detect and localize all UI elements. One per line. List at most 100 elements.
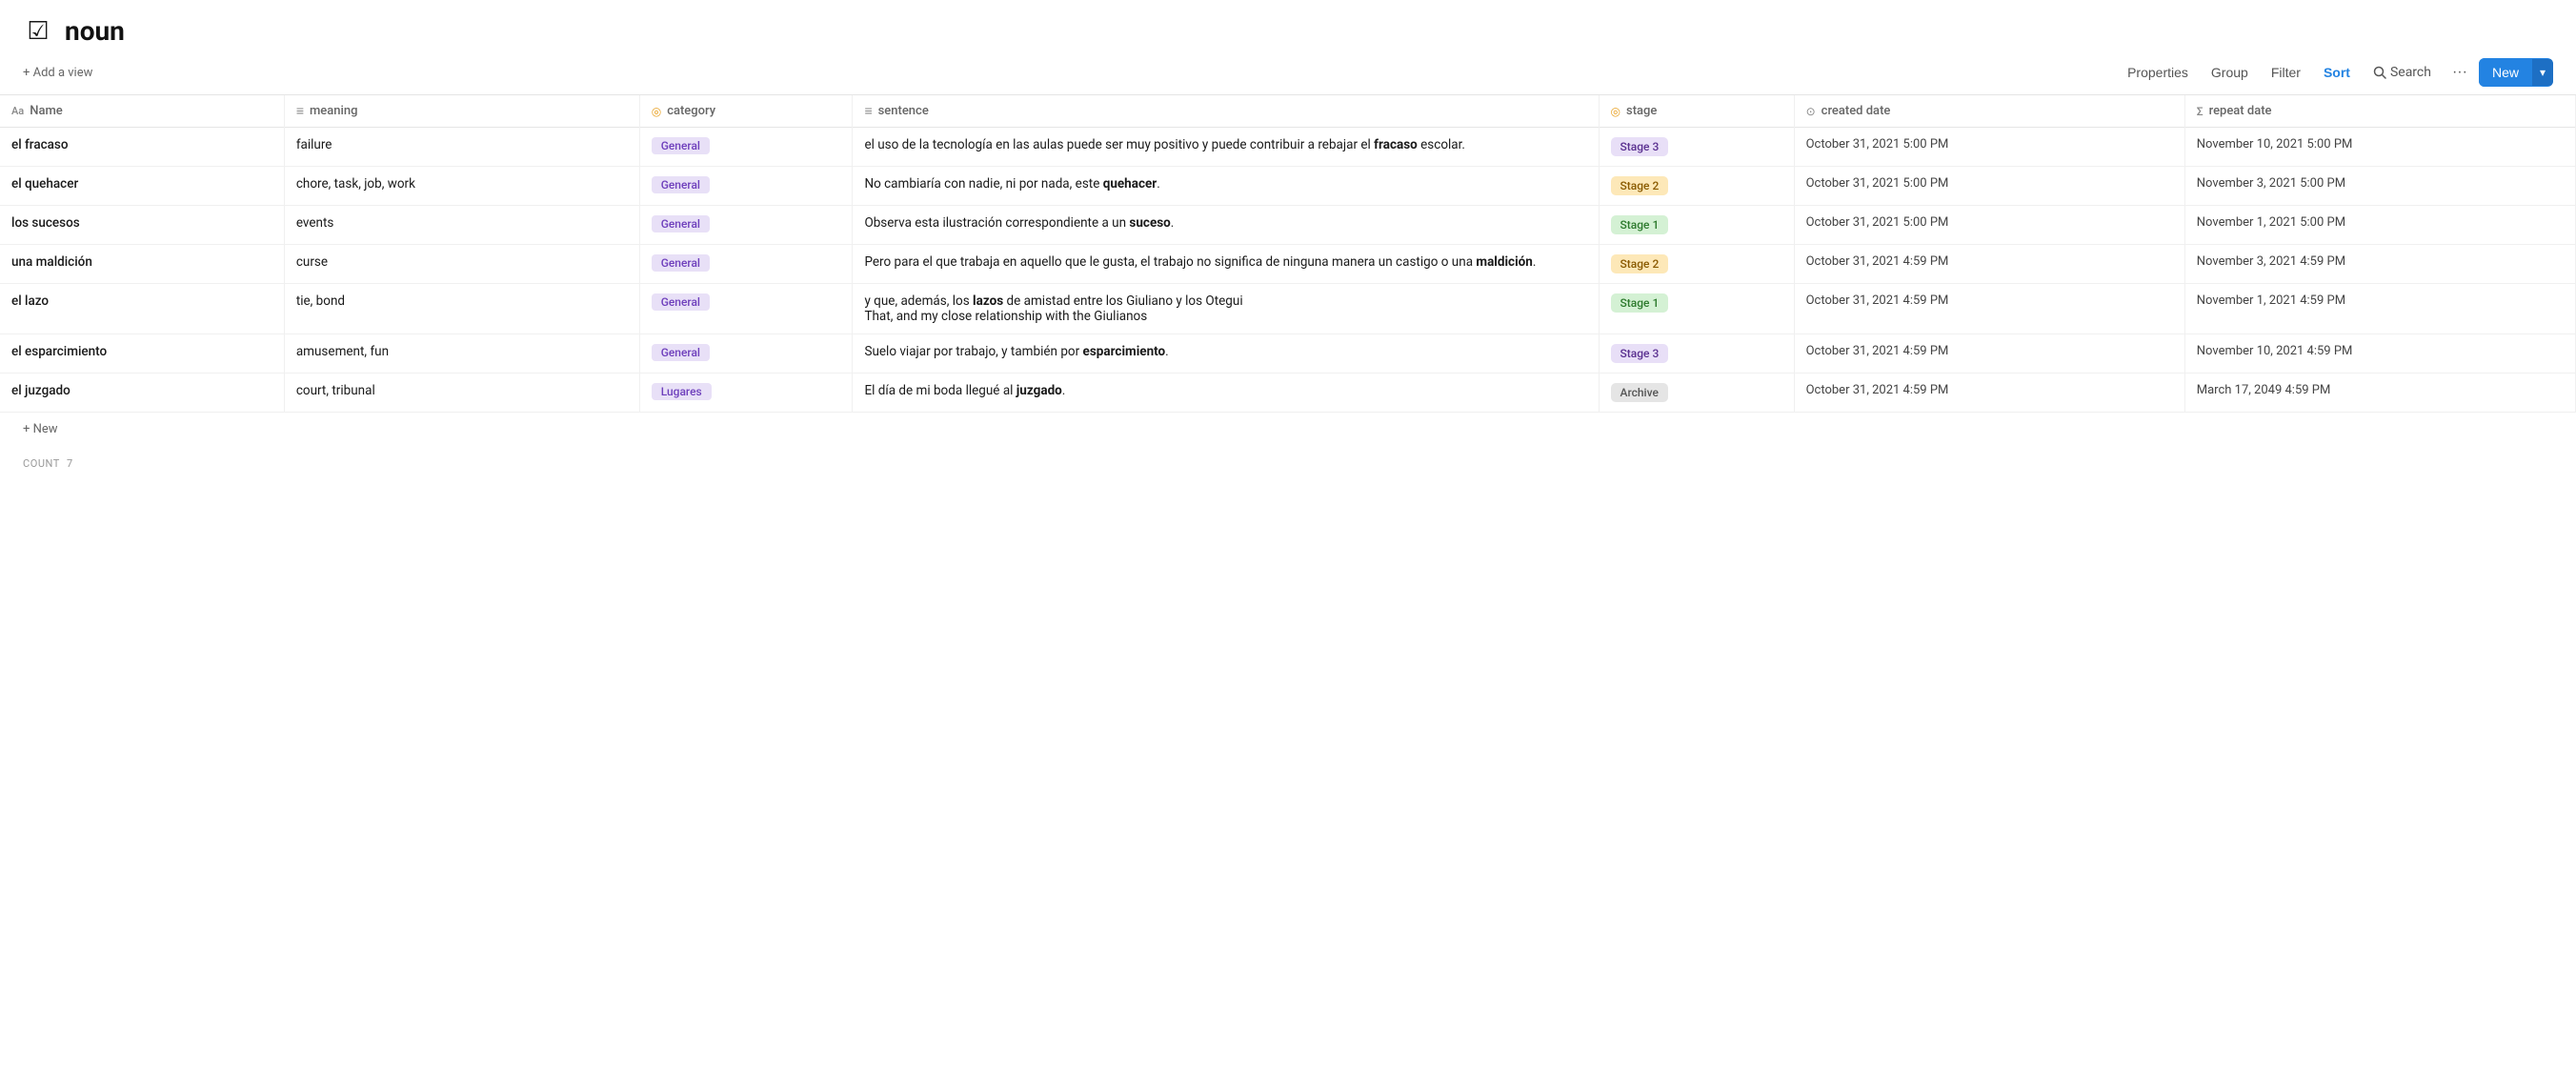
cell-repeat-date: November 10, 2021 4:59 PM xyxy=(2184,334,2575,374)
cell-category: General xyxy=(639,284,853,334)
sentence-col-icon: ≡ xyxy=(864,103,872,119)
cell-repeat-date: November 3, 2021 5:00 PM xyxy=(2184,167,2575,206)
table-header-row: Aa Name ≡ meaning ◎ category xyxy=(0,95,2576,128)
add-view-button[interactable]: + Add a view xyxy=(23,66,92,80)
cell-repeat-date: November 3, 2021 4:59 PM xyxy=(2184,245,2575,284)
col-header-name[interactable]: Aa Name xyxy=(0,95,284,128)
sentence-col-label: sentence xyxy=(878,104,929,118)
cell-name: el juzgado xyxy=(0,374,284,413)
cell-sentence: y que, además, los lazos de amistad entr… xyxy=(853,284,1599,334)
cell-name: los sucesos xyxy=(0,206,284,245)
cell-stage: Stage 2 xyxy=(1599,167,1794,206)
table-row[interactable]: el fracasofailureGeneralel uso de la tec… xyxy=(0,128,2576,167)
cell-stage: Stage 3 xyxy=(1599,334,1794,374)
new-button[interactable]: New ▾ xyxy=(2479,58,2553,87)
stage-badge: Stage 1 xyxy=(1611,215,1669,234)
filter-button[interactable]: Filter xyxy=(2262,59,2310,86)
col-header-meaning[interactable]: ≡ meaning xyxy=(284,95,639,128)
cell-name: una maldición xyxy=(0,245,284,284)
search-button[interactable]: Search xyxy=(2364,59,2441,86)
cell-name: el esparcimiento xyxy=(0,334,284,374)
cell-meaning: tie, bond xyxy=(284,284,639,334)
cell-stage: Stage 2 xyxy=(1599,245,1794,284)
cell-repeat-date: November 1, 2021 5:00 PM xyxy=(2184,206,2575,245)
cell-repeat-date: November 1, 2021 4:59 PM xyxy=(2184,284,2575,334)
count-label: COUNT xyxy=(23,457,60,470)
search-icon xyxy=(2373,66,2386,79)
group-button[interactable]: Group xyxy=(2202,59,2258,86)
cell-name: el lazo xyxy=(0,284,284,334)
stage-badge: Stage 3 xyxy=(1611,137,1669,156)
cell-created-date: October 31, 2021 5:00 PM xyxy=(1794,128,2184,167)
name-col-icon: Aa xyxy=(11,105,24,117)
created-col-icon: ⊙ xyxy=(1806,105,1816,118)
cell-meaning: amusement, fun xyxy=(284,334,639,374)
cell-created-date: October 31, 2021 4:59 PM xyxy=(1794,374,2184,413)
cell-sentence: Pero para el que trabaja en aquello que … xyxy=(853,245,1599,284)
table-row[interactable]: el quehacerchore, task, job, workGeneral… xyxy=(0,167,2576,206)
cell-meaning: chore, task, job, work xyxy=(284,167,639,206)
properties-button[interactable]: Properties xyxy=(2118,59,2198,86)
cell-category: General xyxy=(639,128,853,167)
cell-stage: Stage 1 xyxy=(1599,206,1794,245)
add-row-label: + New xyxy=(23,422,58,436)
cell-sentence: No cambiaría con nadie, ni por nada, est… xyxy=(853,167,1599,206)
new-button-main[interactable]: New xyxy=(2479,58,2532,87)
col-header-category[interactable]: ◎ category xyxy=(639,95,853,128)
col-header-created-date[interactable]: ⊙ created date xyxy=(1794,95,2184,128)
stage-badge: Stage 1 xyxy=(1611,293,1669,313)
count-value: 7 xyxy=(67,457,73,470)
cell-stage: Stage 1 xyxy=(1599,284,1794,334)
cell-stage: Archive xyxy=(1599,374,1794,413)
add-view-label: + Add a view xyxy=(23,66,92,80)
cell-category: General xyxy=(639,167,853,206)
category-badge: Lugares xyxy=(652,383,712,400)
category-badge: General xyxy=(652,254,710,272)
cell-category: General xyxy=(639,206,853,245)
more-options-button[interactable]: ··· xyxy=(2445,58,2475,87)
cell-created-date: October 31, 2021 4:59 PM xyxy=(1794,284,2184,334)
category-col-icon: ◎ xyxy=(652,105,661,118)
table-row[interactable]: el lazotie, bond General y que, además, lo… xyxy=(0,284,2576,334)
table-row[interactable]: el esparcimientoamusement, fun General Sue… xyxy=(0,334,2576,374)
cell-meaning: court, tribunal xyxy=(284,374,639,413)
add-row-button[interactable]: + New xyxy=(0,413,2576,446)
cell-repeat-date: November 10, 2021 5:00 PM xyxy=(2184,128,2575,167)
category-badge: General xyxy=(652,344,710,361)
stage-badge: Archive xyxy=(1611,383,1668,402)
category-badge: General xyxy=(652,293,710,311)
category-badge: General xyxy=(652,215,710,232)
cell-meaning: failure xyxy=(284,128,639,167)
meaning-col-label: meaning xyxy=(310,104,357,118)
category-col-label: category xyxy=(667,104,715,118)
created-col-label: created date xyxy=(1821,104,1891,118)
repeat-col-label: repeat date xyxy=(2209,104,2272,118)
cell-meaning: events xyxy=(284,206,639,245)
cell-sentence: Suelo viajar por trabajo, y también por … xyxy=(853,334,1599,374)
cell-category: General xyxy=(639,334,853,374)
col-header-sentence[interactable]: ≡ sentence xyxy=(853,95,1599,128)
category-badge: General xyxy=(652,137,710,154)
stage-badge: Stage 3 xyxy=(1611,344,1669,363)
cell-category: Lugares xyxy=(639,374,853,413)
cell-created-date: October 31, 2021 5:00 PM xyxy=(1794,206,2184,245)
toolbar: + Add a view Properties Group Filter Sor… xyxy=(0,54,2576,95)
cell-sentence: Observa esta ilustración correspondiente… xyxy=(853,206,1599,245)
data-table: Aa Name ≡ meaning ◎ category xyxy=(0,95,2576,413)
cell-repeat-date: March 17, 2049 4:59 PM xyxy=(2184,374,2575,413)
col-header-stage[interactable]: ◎ stage xyxy=(1599,95,1794,128)
category-badge: General xyxy=(652,176,710,193)
table-row[interactable]: los sucesosevents General Observa esta ilu… xyxy=(0,206,2576,245)
cell-name: el fracaso xyxy=(0,128,284,167)
cell-created-date: October 31, 2021 4:59 PM xyxy=(1794,334,2184,374)
cell-stage: Stage 3 xyxy=(1599,128,1794,167)
name-col-label: Name xyxy=(30,104,63,118)
sort-button[interactable]: Sort xyxy=(2314,59,2360,86)
stage-badge: Stage 2 xyxy=(1611,254,1669,273)
cell-created-date: October 31, 2021 4:59 PM xyxy=(1794,245,2184,284)
table-row[interactable]: el juzgadocourt, tribunalLugaresEl día d… xyxy=(0,374,2576,413)
table-footer: COUNT 7 xyxy=(0,446,2576,481)
col-header-repeat-date[interactable]: Σ repeat date xyxy=(2184,95,2575,128)
new-button-chevron[interactable]: ▾ xyxy=(2532,59,2553,86)
table-row[interactable]: una maldicióncurseGeneralPero para el qu… xyxy=(0,245,2576,284)
